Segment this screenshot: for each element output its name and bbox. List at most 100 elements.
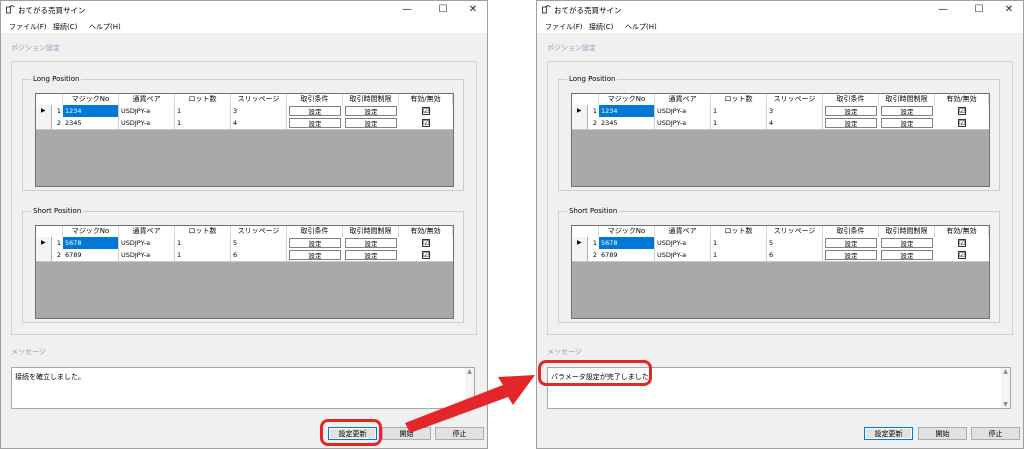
row-header[interactable] (572, 249, 588, 261)
time-limit-button[interactable]: 設定 (345, 106, 397, 116)
pair-cell[interactable]: USDJPY-a (655, 249, 711, 261)
row-header[interactable]: ▶ (36, 105, 52, 117)
lot-cell[interactable]: 1 (175, 117, 231, 129)
trade-condition-button[interactable]: 設定 (825, 106, 877, 116)
row-number: 1 (56, 239, 61, 247)
magic-no-cell[interactable]: 2345 (63, 117, 119, 129)
slip-cell[interactable]: 3 (231, 105, 287, 117)
trade-condition-button[interactable]: 設定 (825, 250, 877, 260)
lot-cell[interactable]: 1 (175, 237, 231, 249)
magic-no-cell[interactable]: 5678 (599, 237, 655, 249)
slip-cell[interactable]: 5 (231, 237, 287, 249)
pair-cell[interactable]: USDJPY-a (655, 237, 711, 249)
table-row[interactable]: 2 2345 USDJPY-a 1 4 設定 設定 ☑ (36, 117, 453, 130)
close-button[interactable]: ✕ (995, 2, 1023, 18)
trade-condition-button[interactable]: 設定 (289, 118, 341, 128)
maximize-button[interactable]: ☐ (429, 2, 457, 18)
pair-cell[interactable]: USDJPY-a (119, 249, 175, 261)
slip-cell[interactable]: 6 (231, 249, 287, 261)
slip-cell[interactable]: 4 (231, 117, 287, 129)
trade-condition-button[interactable]: 設定 (825, 118, 877, 128)
time-limit-button[interactable]: 設定 (881, 250, 933, 260)
app-icon (6, 4, 15, 14)
column-header: マジックNo (599, 226, 655, 237)
trade-condition-button[interactable]: 設定 (289, 238, 341, 248)
magic-no-cell[interactable]: 1234 (599, 105, 655, 117)
magic-no-cell[interactable]: 1234 (63, 105, 119, 117)
menu-help[interactable]: ヘルプ(H) (89, 22, 121, 32)
time-limit-button[interactable]: 設定 (345, 238, 397, 248)
row-header[interactable] (36, 249, 52, 261)
row-pointer-icon: ▶ (41, 239, 46, 246)
row-header[interactable]: ▶ (572, 237, 588, 249)
menu-help[interactable]: ヘルプ(H) (625, 22, 657, 32)
time-limit-button[interactable]: 設定 (345, 118, 397, 128)
minimize-button[interactable]: — (393, 2, 421, 18)
title-bar[interactable]: おてがる売買サイン — ☐ ✕ (537, 1, 1023, 19)
lot-cell[interactable]: 1 (711, 237, 767, 249)
row-header[interactable] (36, 117, 52, 129)
minimize-button[interactable]: — (929, 2, 957, 18)
maximize-button[interactable]: ☐ (965, 2, 993, 18)
lot-cell[interactable]: 1 (711, 249, 767, 261)
enabled-checkbox[interactable]: ☑ (422, 107, 430, 115)
table-row[interactable]: 2 2345 USDJPY-a 1 4 設定 設定 ☑ (572, 117, 989, 130)
table-row[interactable]: 2 6789 USDJPY-a 1 6 設定 設定 ☑ (36, 249, 453, 262)
menu-file[interactable]: ファイル(F) (545, 22, 583, 32)
menu-connect[interactable]: 接続(C) (53, 22, 77, 32)
time-limit-button[interactable]: 設定 (345, 250, 397, 260)
data-grid[interactable]: マジックNo 通貨ペア ロット数 スリッページ 取引条件 取引時間制限 有効/無効 ▶ 1 123… (571, 93, 990, 187)
magic-no-cell[interactable]: 5678 (63, 237, 119, 249)
time-limit-button[interactable]: 設定 (881, 238, 933, 248)
row-header[interactable]: ▶ (36, 237, 52, 249)
update-settings-button[interactable]: 設定更新 (864, 427, 913, 440)
slip-cell[interactable]: 6 (767, 249, 823, 261)
column-header: スリッページ (231, 94, 287, 105)
menu-file[interactable]: ファイル(F) (9, 22, 47, 32)
stop-button[interactable]: 停止 (971, 427, 1020, 440)
scroll-down-icon[interactable]: ▼ (1001, 401, 1010, 408)
magic-no-cell[interactable]: 2345 (599, 117, 655, 129)
trade-condition-button[interactable]: 設定 (289, 106, 341, 116)
scroll-up-icon[interactable]: ▲ (1001, 368, 1010, 375)
pair-cell[interactable]: USDJPY-a (119, 117, 175, 129)
menu-bar: ファイル(F) 接続(C) ヘルプ(H) (1, 19, 487, 33)
lot-cell[interactable]: 1 (711, 105, 767, 117)
close-button[interactable]: ✕ (459, 2, 487, 18)
message-scrollbar[interactable]: ▲▼ (1001, 368, 1010, 408)
lot-cell[interactable]: 1 (175, 249, 231, 261)
time-limit-button[interactable]: 設定 (881, 118, 933, 128)
magic-no-cell[interactable]: 6789 (599, 249, 655, 261)
data-grid[interactable]: マジックNo 通貨ペア ロット数 スリッページ 取引条件 取引時間制限 有効/無効 ▶ 1 123… (35, 93, 454, 187)
start-button[interactable]: 開始 (918, 427, 967, 440)
enabled-checkbox[interactable]: ☑ (958, 119, 966, 127)
pair-cell[interactable]: USDJPY-a (655, 105, 711, 117)
enabled-checkbox[interactable]: ☑ (958, 251, 966, 259)
magic-no-cell[interactable]: 6789 (63, 249, 119, 261)
column-header: 有効/無効 (399, 226, 453, 237)
data-grid[interactable]: マジックNo 通貨ペア ロット数 スリッページ 取引条件 取引時間制限 有効/無効 ▶ 1 567… (571, 225, 990, 319)
enabled-checkbox[interactable]: ☑ (958, 239, 966, 247)
slip-cell[interactable]: 3 (767, 105, 823, 117)
pair-cell[interactable]: USDJPY-a (119, 237, 175, 249)
slip-cell[interactable]: 4 (767, 117, 823, 129)
table-row[interactable]: 2 6789 USDJPY-a 1 6 設定 設定 ☑ (572, 249, 989, 262)
enabled-checkbox[interactable]: ☑ (422, 239, 430, 247)
row-header[interactable]: ▶ (572, 105, 588, 117)
menu-connect[interactable]: 接続(C) (589, 22, 613, 32)
pair-cell[interactable]: USDJPY-a (119, 105, 175, 117)
lot-cell[interactable]: 1 (175, 105, 231, 117)
time-limit-button[interactable]: 設定 (881, 106, 933, 116)
pair-cell[interactable]: USDJPY-a (655, 117, 711, 129)
data-grid[interactable]: マジックNo 通貨ペア ロット数 スリッページ 取引条件 取引時間制限 有効/無効 ▶ 1 567… (35, 225, 454, 319)
slip-cell[interactable]: 5 (767, 237, 823, 249)
column-header: 通貨ペア (119, 226, 175, 237)
lot-cell[interactable]: 1 (711, 117, 767, 129)
enabled-checkbox[interactable]: ☑ (422, 251, 430, 259)
enabled-checkbox[interactable]: ☑ (958, 107, 966, 115)
row-header[interactable] (572, 117, 588, 129)
title-bar[interactable]: おてがる売買サイン — ☐ ✕ (1, 1, 487, 19)
trade-condition-button[interactable]: 設定 (825, 238, 877, 248)
trade-condition-button[interactable]: 設定 (289, 250, 341, 260)
enabled-checkbox[interactable]: ☑ (422, 119, 430, 127)
